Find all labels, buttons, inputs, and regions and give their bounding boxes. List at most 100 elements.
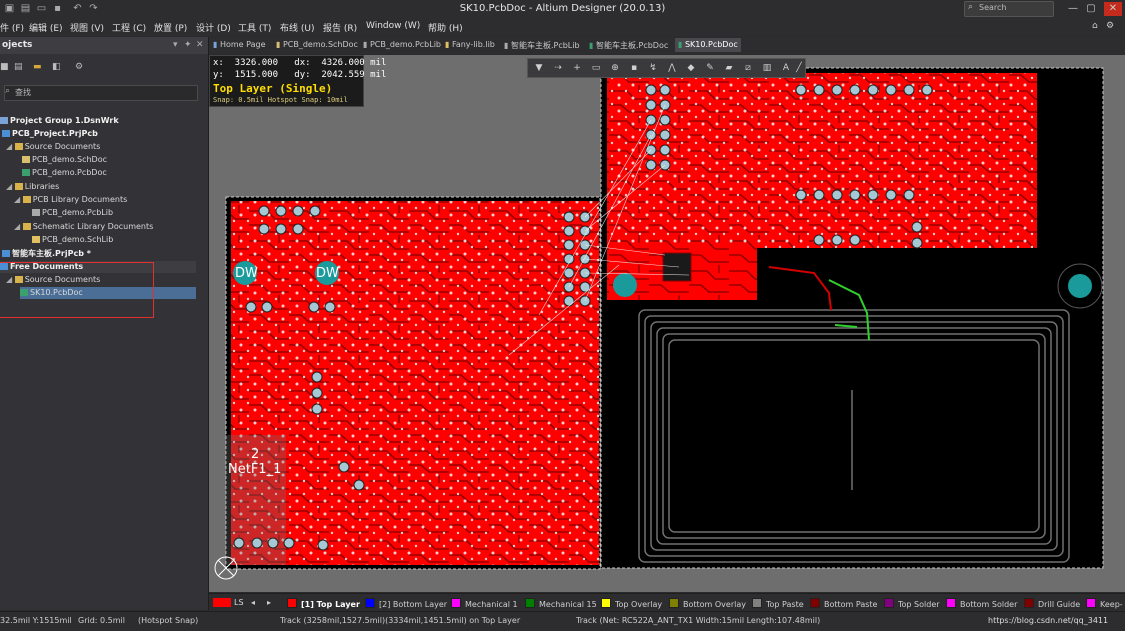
tab-pcb-demo-pcblib[interactable]: ▮ PCB_demo.PcbLib [363,40,441,49]
current-layer-swatch[interactable] [213,598,231,607]
layer-color-swatch [451,598,461,608]
settings-icon[interactable]: ⚙ [75,62,83,72]
add-icon[interactable]: + [571,62,583,74]
expand-arrow-icon[interactable]: ◢ [6,182,15,191]
dimension-icon[interactable]: ▥ [761,62,773,74]
tab-home-page[interactable]: ▮ Home Page [213,40,266,49]
coord-y-line: y: 1515.000 dy: 2042.559 mil [213,70,387,80]
tree-item-schematic-library-documents[interactable]: ◢ Schematic Library Documents [14,221,153,233]
diff-pair-icon[interactable]: ⋀ [666,62,678,74]
layer-tab-bottom-paste[interactable]: Bottom Paste [810,598,877,609]
polygon-icon[interactable]: ▰ [723,62,735,74]
component-icon[interactable]: ▪ [628,62,640,74]
layer-scroll-left[interactable]: ◂ [251,598,255,607]
home-icon[interactable]: ⌂ [1092,21,1098,31]
menu-tools[interactable]: 工具 (T) [238,21,271,34]
align-icon[interactable]: ⊕ [609,62,621,74]
tree-item-label: PCB Library Documents [32,195,128,204]
close-button[interactable]: ✕ [1104,2,1122,16]
workspace-icon [0,117,8,124]
tab-label: Fany-lib.lib [451,40,495,49]
minimize-button[interactable]: — [1064,2,1082,16]
project-icon [2,250,10,257]
tree-item-pcblib[interactable]: PCB_demo.PcbLib [32,207,113,219]
line-icon[interactable]: ╱ [793,62,805,74]
gear-icon[interactable]: ⚙ [1106,21,1114,31]
layer-color-swatch [365,598,375,608]
interactive-route-icon[interactable]: ↯ [647,62,659,74]
menu-help[interactable]: 帮助 (H) [428,21,463,34]
layer-tab-top-solder[interactable]: Top Solder [884,598,940,609]
projects-panel-header: ojects ▾ ✦ ✕ [0,37,208,54]
tab-smartcar-pcblib[interactable]: ▮ 智能车主板.PcbLib [504,40,580,51]
pad-icon[interactable]: ◆ [685,62,697,74]
keepout-icon[interactable]: ⧄ [742,62,754,74]
menu-route[interactable]: 布线 (U) [280,21,314,34]
pcb-canvas[interactable]: DW DW 2 NetF1_1 [209,55,1125,592]
layer-tab-drill-guide[interactable]: Drill Guide [1024,598,1080,609]
menu-edit[interactable]: 编辑 (E) [29,21,63,34]
panel-menu-icon[interactable]: ▾ [173,40,178,50]
layer-tab-top-paste[interactable]: Top Paste [752,598,804,609]
filter-icon[interactable]: ▼ [533,62,545,74]
menu-reports[interactable]: 报告 (R) [323,21,357,34]
expand-arrow-icon[interactable]: ◢ [14,195,23,204]
layer-set-button[interactable]: LS [234,598,244,607]
document-tabs: ▮ Home Page ▮ PCB_demo.SchDoc ▮ PCB_demo… [209,37,1125,54]
heads-up-display: x: 3326.000 dx: 4326.000 mil y: 1515.000… [209,55,386,107]
layer-tab-keepout[interactable]: Keep- [1086,598,1123,609]
tree-item-libraries[interactable]: ◢ Libraries [6,181,59,193]
panel-close-icon[interactable]: ✕ [196,40,204,50]
route-icon[interactable]: ⇢ [552,62,564,74]
tab-pcb-demo-schdoc[interactable]: ▮ PCB_demo.SchDoc [276,40,358,49]
expand-arrow-icon[interactable]: ◢ [14,222,23,231]
tab-fany-lib[interactable]: ▮ Fany-lib.lib [445,40,495,49]
tree-item-project-group[interactable]: Project Group 1.DsnWrk [0,115,119,127]
layer-tab-mechanical-1[interactable]: Mechanical 1 [451,598,518,609]
layer-tab-top-overlay[interactable]: Top Overlay [601,598,662,609]
tree-item-smartcar-project[interactable]: 智能车主板.PrjPcb * [2,248,91,260]
tab-sk10-pcbdoc[interactable]: ▮ SK10.PcbDoc [675,38,741,52]
menu-design[interactable]: 设计 (D) [196,21,231,34]
maximize-button[interactable]: ▢ [1082,2,1100,16]
tree-item-schdoc[interactable]: PCB_demo.SchDoc [22,154,107,166]
tree-item-pcbdoc[interactable]: PCB_demo.PcbDoc [22,167,107,179]
pcb-library-icon: ▮ [363,40,370,49]
search-input[interactable]: ⌕ Search [964,1,1054,17]
layer-scroll-right[interactable]: ▸ [267,598,271,607]
menu-place[interactable]: 放置 (P) [154,21,187,34]
menu-project[interactable]: 工程 (C) [112,21,146,34]
menu-file[interactable]: 件 (F) [0,21,24,34]
tree-item-pcb-project[interactable]: PCB_Project.PrjPcb [2,128,98,140]
layer-tab-top-layer[interactable]: [1] Top Layer [287,598,360,609]
tree-item-label: Libraries [24,182,60,191]
layer-tab-bottom-solder[interactable]: Bottom Solder [946,598,1017,609]
tree-item-source-documents[interactable]: ◢ Source Documents [6,141,100,153]
new-document-icon[interactable]: ▤ [14,62,23,72]
folder-icon[interactable]: ▬ [33,62,42,72]
layer-color-swatch [884,598,894,608]
layer-label: [1] Top Layer [301,600,360,609]
status-coordinates: 32.5mil Y:1515mil [0,616,72,625]
folder-icon [22,196,31,203]
menu-view[interactable]: 视图 (V) [70,21,104,34]
tree-item-schlib[interactable]: PCB_demo.SchLib [32,234,113,246]
select-rect-icon[interactable]: ▭ [590,62,602,74]
layer-tab-bottom-layer[interactable]: [2] Bottom Layer [365,598,447,609]
expand-arrow-icon[interactable]: ◢ [6,142,15,151]
layer-tab-mechanical-15[interactable]: Mechanical 15 [525,598,597,609]
tree-item-label: PCB_demo.SchLib [42,235,114,244]
open-project-icon[interactable]: ■ [0,62,9,72]
search-icon: ⌕ [5,86,11,96]
menu-window[interactable]: Window (W) [366,21,420,31]
layer-label: Bottom Paste [824,600,878,609]
text-icon[interactable]: A [780,62,792,74]
via-icon[interactable]: ✎ [704,62,716,74]
project-search-input[interactable]: ⌕ 查找 [4,85,198,101]
tab-smartcar-pcbdoc[interactable]: ▮ 智能车主板.PcbDoc [589,40,668,51]
tree-item-pcb-library-documents[interactable]: ◢ PCB Library Documents [14,194,127,206]
pin-icon[interactable]: ✦ [184,40,192,50]
project-icon [2,130,10,137]
layer-tab-bottom-overlay[interactable]: Bottom Overlay [669,598,746,609]
refresh-icon[interactable]: ◧ [52,62,61,72]
